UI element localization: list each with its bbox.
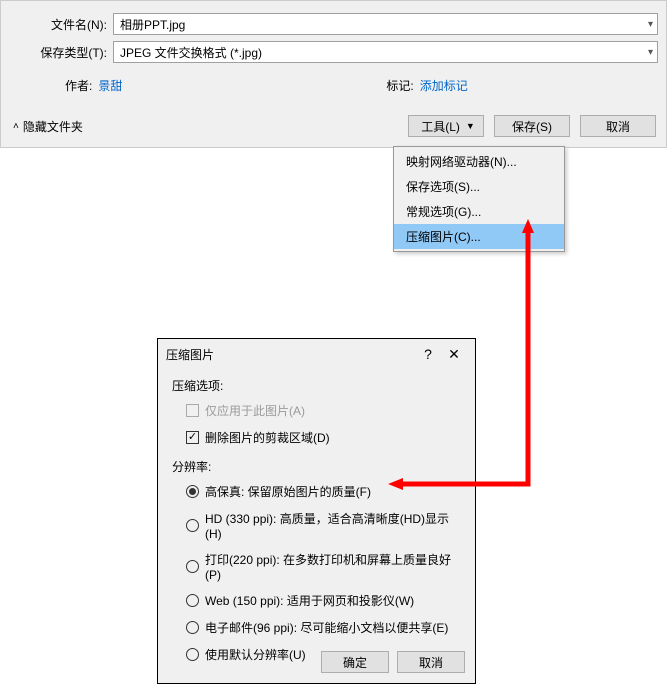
chevron-down-icon[interactable]: ▾: [648, 47, 653, 58]
compress-pictures-dialog: 压缩图片 ? ✕ 压缩选项: 仅应用于此图片(A) 删除图片的剪裁区域(D) 分…: [157, 338, 476, 684]
cancel-button[interactable]: 取消: [580, 115, 656, 137]
radio-email-96[interactable]: 电子邮件(96 ppi): 尽可能缩小文档以便共享(E): [186, 619, 461, 636]
chevron-down-icon[interactable]: ▾: [648, 19, 653, 30]
radio-icon[interactable]: [186, 485, 199, 498]
hide-folders-label: 隐藏文件夹: [23, 118, 83, 135]
chevron-down-icon: ▼: [466, 121, 475, 131]
author-value[interactable]: 景甜: [98, 77, 122, 94]
checkbox-apply-only: 仅应用于此图片(A): [186, 402, 461, 419]
ok-button[interactable]: 确定: [321, 651, 389, 673]
radio-hd-330[interactable]: HD (330 ppi): 高质量，适合高清晰度(HD)显示(H): [186, 510, 461, 541]
tools-dropdown: 映射网络驱动器(N)... 保存选项(S)... 常规选项(G)... 压缩图片…: [393, 146, 565, 252]
radio-icon[interactable]: [186, 594, 199, 607]
tag-value[interactable]: 添加标记: [420, 77, 468, 94]
filename-input[interactable]: 相册PPT.jpg ▾: [113, 13, 658, 35]
savetype-value: JPEG 文件交换格式 (*.jpg): [120, 44, 262, 61]
radio-web-150[interactable]: Web (150 ppi): 适用于网页和投影仪(W): [186, 592, 461, 609]
radio-icon[interactable]: [186, 648, 199, 661]
checkbox-icon: [186, 404, 199, 417]
checkbox-icon[interactable]: [186, 431, 199, 444]
help-button[interactable]: ?: [415, 346, 441, 362]
filename-label: 文件名(N):: [1, 16, 113, 33]
resolution-label: 分辨率:: [172, 458, 461, 475]
close-button[interactable]: ✕: [441, 346, 467, 363]
author-label: 作者:: [65, 77, 92, 94]
radio-icon[interactable]: [186, 560, 199, 573]
cancel-button-dialog[interactable]: 取消: [397, 651, 465, 673]
radio-icon[interactable]: [186, 519, 199, 532]
menu-item-general-options[interactable]: 常规选项(G)...: [394, 199, 564, 224]
menu-item-map-drive[interactable]: 映射网络驱动器(N)...: [394, 149, 564, 174]
compress-options-label: 压缩选项:: [172, 377, 461, 394]
radio-high-fidelity[interactable]: 高保真: 保留原始图片的质量(F): [186, 483, 461, 500]
menu-item-compress-pictures[interactable]: 压缩图片(C)...: [394, 224, 564, 249]
savetype-label: 保存类型(T):: [1, 44, 113, 61]
tag-label: 标记:: [386, 77, 413, 94]
checkbox-delete-crop[interactable]: 删除图片的剪裁区域(D): [186, 429, 461, 446]
radio-print-220[interactable]: 打印(220 ppi): 在多数打印机和屏幕上质量良好(P): [186, 551, 461, 582]
dialog-title: 压缩图片: [166, 346, 415, 363]
save-dialog-panel: 文件名(N): 相册PPT.jpg ▾ 保存类型(T): JPEG 文件交换格式…: [0, 0, 667, 148]
dialog-titlebar: 压缩图片 ? ✕: [158, 339, 475, 369]
menu-item-save-options[interactable]: 保存选项(S)...: [394, 174, 564, 199]
filename-value: 相册PPT.jpg: [120, 16, 185, 33]
save-button[interactable]: 保存(S): [494, 115, 570, 137]
radio-icon[interactable]: [186, 621, 199, 634]
hide-folders-toggle[interactable]: ˄ 隐藏文件夹: [13, 118, 83, 135]
savetype-select[interactable]: JPEG 文件交换格式 (*.jpg) ▾: [113, 41, 658, 63]
chevron-up-icon: ˄: [13, 121, 19, 132]
tools-button[interactable]: 工具(L)▼: [408, 115, 484, 137]
